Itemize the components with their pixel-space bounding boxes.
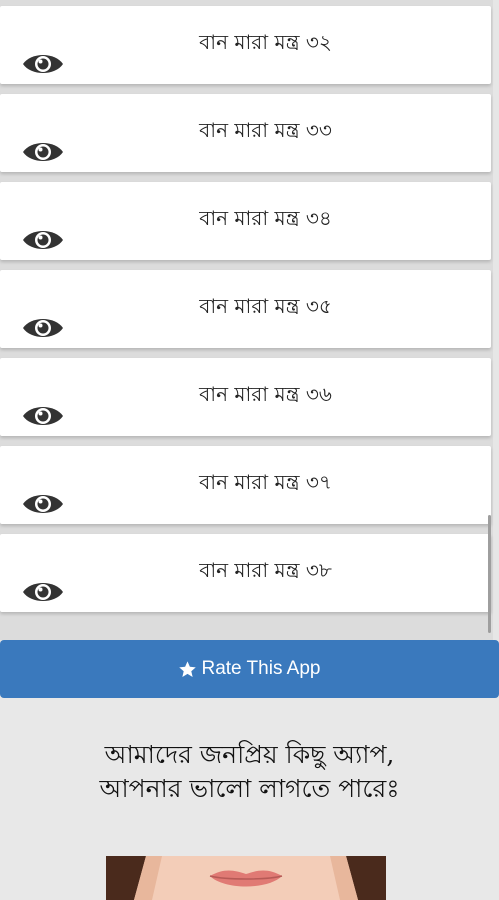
list-scrollbar[interactable] — [488, 515, 491, 633]
promo-app-image[interactable] — [106, 856, 386, 900]
list-item[interactable]: বান মারা মন্ত্র ৩৫ — [0, 270, 491, 348]
promo-section: আমাদের জনপ্রিয় কিছু অ্যাপ, আপনার ভালো ল… — [0, 698, 499, 900]
list-item-title: বান মারা মন্ত্র ৩৩ — [199, 118, 332, 142]
page: বান মারা মন্ত্র ৩২ বান মারা মন্ত্র ৩৩ বা… — [0, 0, 499, 900]
list-item[interactable]: বান মারা মন্ত্র ৩৭ — [0, 446, 491, 524]
list-item-title: বান মারা মন্ত্র ৩৮ — [199, 558, 332, 582]
list-item-title: বান মারা মন্ত্র ৩৬ — [199, 382, 332, 406]
list-item-title: বান মারা মন্ত্র ৩৪ — [199, 206, 332, 230]
mantra-list: বান মারা মন্ত্র ৩২ বান মারা মন্ত্র ৩৩ বা… — [0, 0, 493, 640]
star-icon — [179, 660, 197, 677]
promo-app-thumbnail — [106, 856, 386, 900]
list-item[interactable]: বান মারা মন্ত্র ৩২ — [0, 6, 491, 84]
list-item-title: বান মারা মন্ত্র ৩৭ — [199, 470, 332, 494]
promo-heading: আমাদের জনপ্রিয় কিছু অ্যাপ, আপনার ভালো ল… — [10, 738, 489, 806]
list-item[interactable]: বান মারা মন্ত্র ৩৬ — [0, 358, 491, 436]
list-item-title: বান মারা মন্ত্র ৩২ — [199, 30, 332, 54]
list-item-title: বান মারা মন্ত্র ৩৫ — [199, 294, 332, 318]
promo-heading-line-1: আমাদের জনপ্রিয় কিছু অ্যাপ, — [104, 740, 395, 769]
list-item[interactable]: বান মারা মন্ত্র ৩৮ — [0, 534, 491, 612]
list-item[interactable]: বান মারা মন্ত্র ৩৪ — [0, 182, 491, 260]
list-item[interactable]: বান মারা মন্ত্র ৩৩ — [0, 94, 491, 172]
promo-heading-line-2: আপনার ভালো লাগতে পারেঃ — [99, 774, 400, 803]
rate-app-label: Rate This App — [201, 658, 321, 679]
rate-app-button[interactable]: Rate This App — [0, 640, 499, 698]
